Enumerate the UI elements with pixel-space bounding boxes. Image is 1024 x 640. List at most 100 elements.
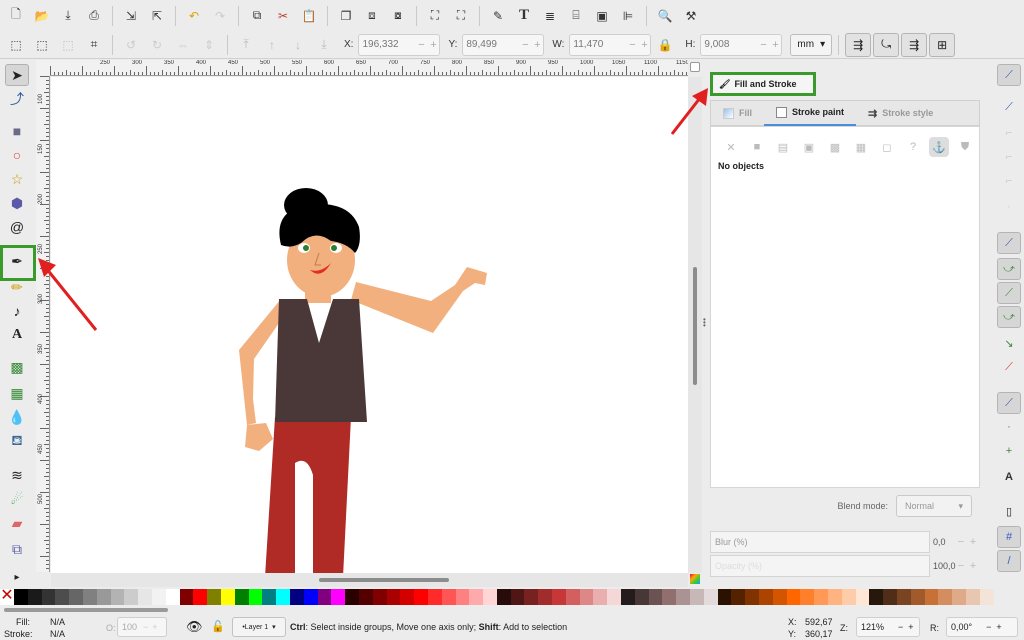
swatch-icon[interactable]: ◻ (877, 137, 897, 157)
flat-color-icon[interactable]: ■ (747, 137, 767, 157)
blend-mode-select[interactable]: Normal ▾ (896, 495, 972, 517)
snap-cusp-icon[interactable]: ⤻ (997, 306, 1021, 328)
color-swatch[interactable] (441, 589, 456, 605)
color-swatch[interactable] (41, 589, 56, 605)
marker-icon[interactable]: ⚓ (929, 137, 949, 157)
color-swatch[interactable] (386, 589, 401, 605)
color-swatch[interactable] (924, 589, 939, 605)
new-document-icon[interactable]: 🗋 (4, 4, 28, 28)
color-swatch[interactable] (552, 589, 566, 605)
eraser-tool-icon[interactable]: ▰ (5, 512, 29, 534)
connector-tool-icon[interactable]: ⧉ (5, 538, 29, 560)
y-input[interactable] (463, 39, 520, 50)
color-swatch[interactable] (234, 589, 249, 605)
move-gradients-icon[interactable]: ⇶ (901, 32, 928, 57)
snap-rotation-icon[interactable]: + (997, 440, 1021, 462)
scroll-thumb[interactable] (4, 608, 168, 612)
node-tool-icon[interactable]: ⤴ (5, 88, 29, 110)
color-swatch[interactable] (151, 589, 166, 605)
zoom-selection-icon[interactable]: ⛶ (423, 4, 447, 28)
dropper-tool-icon[interactable]: 💧 (5, 406, 29, 428)
no-color-swatch[interactable]: ✕ (0, 588, 14, 605)
color-swatch[interactable] (124, 589, 139, 605)
color-swatch[interactable] (772, 589, 787, 605)
color-swatch[interactable] (814, 589, 829, 605)
snap-text-baseline-icon[interactable]: A (997, 466, 1021, 488)
color-swatch[interactable] (579, 589, 594, 605)
scroll-thumb[interactable] (693, 267, 697, 385)
preferences-icon[interactable]: ⚒ (679, 4, 703, 28)
shield-icon[interactable]: ⛊ (955, 137, 975, 157)
snap-enable-icon[interactable]: ⟋ (997, 64, 1021, 86)
color-swatch[interactable] (14, 589, 28, 605)
pattern-icon[interactable]: ▦ (851, 137, 871, 157)
print-icon[interactable]: ⎙ (82, 4, 106, 28)
color-swatch[interactable] (621, 589, 635, 605)
paint-bucket-tool-icon[interactable]: ⛾ (5, 430, 29, 452)
color-swatch[interactable] (96, 589, 111, 605)
gradient-tool-icon[interactable]: ▩ (5, 356, 29, 378)
color-swatch[interactable] (538, 589, 553, 605)
paste-icon[interactable]: 📋 (297, 4, 321, 28)
3d-box-tool-icon[interactable]: ⬢ (5, 192, 29, 214)
rotate-ccw-icon[interactable]: ↺ (119, 33, 143, 57)
text-tool-icon[interactable]: A (5, 324, 29, 346)
scale-corners-icon[interactable]: ⤿ (873, 32, 900, 57)
color-swatch[interactable] (593, 589, 608, 605)
color-swatch[interactable] (220, 589, 235, 605)
snap-grid-icon[interactable]: # (997, 526, 1021, 548)
color-swatch[interactable] (372, 589, 387, 605)
color-swatch[interactable] (262, 589, 277, 605)
eye-icon[interactable]: 👁 (186, 619, 203, 635)
xml-editor-icon[interactable]: ⌸ (564, 4, 588, 28)
color-swatch[interactable] (345, 589, 359, 605)
fill-and-stroke-tab[interactable]: 🖌 Fill and Stroke (710, 72, 816, 96)
color-swatch[interactable] (483, 589, 497, 605)
text-font-icon[interactable]: T (512, 4, 536, 28)
linear-gradient-icon[interactable]: ▤ (773, 137, 793, 157)
mesh-tool-icon[interactable]: ▦ (5, 382, 29, 404)
find-icon[interactable]: 🔍 (653, 4, 677, 28)
color-swatch[interactable] (69, 589, 83, 605)
save-icon[interactable]: ⤓ (56, 4, 80, 28)
scroll-thumb[interactable] (319, 578, 449, 582)
opacity-increment[interactable]: + (967, 560, 979, 572)
color-swatch[interactable] (979, 589, 994, 605)
snap-bbox-corner-icon[interactable]: ⌐ (997, 146, 1021, 168)
color-swatch[interactable] (193, 589, 208, 605)
color-swatch[interactable] (759, 589, 773, 605)
h-field[interactable]: −+ (700, 33, 783, 56)
color-swatch[interactable] (248, 589, 263, 605)
color-swatch[interactable] (731, 589, 746, 605)
color-swatch[interactable] (662, 589, 677, 605)
ellipse-tool-icon[interactable]: ○ (5, 144, 29, 166)
horizontal-scrollbar[interactable] (51, 573, 688, 587)
no-paint-icon[interactable]: ✕ (721, 137, 741, 157)
color-swatch[interactable] (910, 589, 925, 605)
opacity-status-field[interactable]: 100 − + (117, 617, 167, 637)
snap-path-icon[interactable]: ⤻ (997, 258, 1021, 280)
cut-icon[interactable]: ✂ (271, 4, 295, 28)
w-field[interactable]: −+ (569, 33, 652, 56)
blur-slider[interactable]: Blur (%) (710, 531, 930, 553)
color-swatch[interactable] (331, 589, 346, 605)
color-swatch[interactable] (207, 589, 221, 605)
lock-icon[interactable]: 🔓 (211, 620, 225, 633)
color-swatch[interactable] (717, 589, 732, 605)
snap-bbox-edge-icon[interactable]: ⌐ (997, 122, 1021, 144)
color-swatch[interactable] (952, 589, 966, 605)
duplicate-icon[interactable]: ❐ (334, 4, 358, 28)
radial-gradient-icon[interactable]: ▣ (799, 137, 819, 157)
color-swatch[interactable] (138, 589, 152, 605)
unit-select[interactable]: mm ▾ (790, 33, 833, 56)
color-swatch[interactable] (469, 589, 484, 605)
opacity-slider[interactable]: Opacity (%) (710, 555, 930, 577)
layer-select[interactable]: •Layer 1 ▾ (232, 617, 286, 637)
select-all-icon[interactable]: ⬚ (4, 33, 28, 57)
unset-paint-icon[interactable]: ? (903, 137, 923, 157)
color-swatch[interactable] (427, 589, 442, 605)
rotate-field[interactable]: 0,00° − + (946, 617, 1018, 637)
tab-stroke-paint[interactable]: Stroke paint (764, 100, 857, 126)
calligraphy-tool-icon[interactable]: ♪ (5, 300, 29, 322)
export-icon[interactable]: ⇱ (145, 4, 169, 28)
